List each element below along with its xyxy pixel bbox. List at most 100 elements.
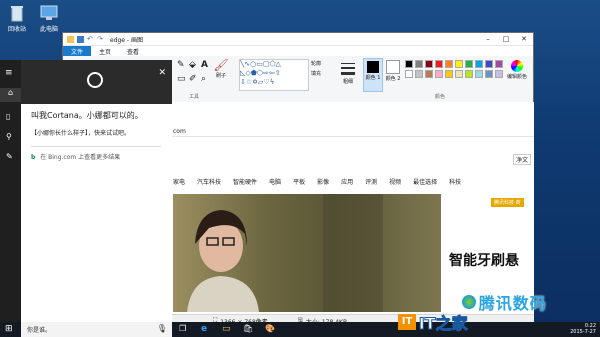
thickness-button[interactable]: 粗细 (339, 60, 357, 88)
palette-swatch[interactable] (475, 60, 483, 68)
palette-swatch[interactable] (405, 60, 413, 68)
notebook-icon[interactable]: ▯ (6, 112, 10, 121)
close-button[interactable]: ✕ (515, 35, 533, 43)
palette-swatch[interactable] (495, 60, 503, 68)
palette-swatch[interactable] (455, 70, 463, 78)
cortana-rail: ≡ ⌂ ▯ ⚲ ✎ (0, 60, 21, 322)
image-right-button: 净文 (513, 154, 532, 165)
tab-file[interactable]: 文件 (63, 46, 92, 56)
watermark-tencent-logo: 腾讯数码 (462, 290, 547, 314)
file-explorer-icon[interactable]: ▭ (222, 324, 232, 334)
ithome-text: IT之家 (418, 314, 468, 334)
brushes-label: 刷子 (215, 73, 226, 79)
save-icon[interactable] (77, 35, 84, 43)
nav-item: 智能硬件 (233, 178, 258, 186)
palette-swatch[interactable] (465, 60, 473, 68)
palette-swatch[interactable] (425, 70, 433, 78)
color2-button[interactable]: 颜色 2 (384, 58, 402, 90)
taskbar: ⊞ 你是谁。 🎙 ❐ e ▭ 🛍 🎨 0:22 2015-7-27 (0, 322, 600, 337)
cortana-greeting: 叫我Cortana。小娜都可以的。 (31, 111, 143, 120)
divider (31, 146, 161, 147)
edit-colors-label: 编辑颜色 (506, 74, 527, 80)
palette-swatch[interactable] (415, 60, 423, 68)
nav-item: 汽车科技 (197, 178, 222, 186)
eraser-icon[interactable]: ▭ (177, 74, 186, 84)
palette-swatch[interactable] (445, 70, 453, 78)
magnifier-icon[interactable]: ⌕ (201, 74, 206, 84)
image-nav: 家电 汽车科技 智能硬件 电脑 平板 影像 应用 评测 视频 最佳选择 科技 (173, 174, 534, 188)
palette-swatch[interactable] (465, 70, 473, 78)
close-cortana-button[interactable]: ✕ (158, 68, 166, 78)
palette-swatch[interactable] (425, 60, 433, 68)
nav-item: 最佳选择 (413, 178, 438, 186)
text-icon[interactable]: A (201, 60, 208, 70)
palette-swatch[interactable] (435, 70, 443, 78)
palette-swatch[interactable] (415, 70, 423, 78)
ad-tag: 腾讯科技·商 (491, 198, 524, 207)
palette-swatch[interactable] (495, 70, 503, 78)
shape-lightning-icon[interactable]: ϟ (270, 78, 275, 86)
undo-icon[interactable]: ↶ (87, 35, 94, 43)
paint-taskbar-icon[interactable]: 🎨 (265, 324, 275, 334)
window-title: edge - 画图 (110, 36, 143, 44)
cortana-header: ✕ (21, 60, 172, 104)
palette-swatch[interactable] (445, 60, 453, 68)
location-icon[interactable]: ⚲ (6, 132, 12, 141)
desktop-icon-label: 此电脑 (39, 26, 58, 33)
palette-swatch[interactable] (435, 60, 443, 68)
desktop-icon-computer[interactable]: 此电脑 (32, 4, 66, 33)
quick-access-toolbar: ↶ ↷ (67, 35, 104, 43)
home-icon[interactable]: ⌂ (0, 88, 21, 102)
cortana-search-box[interactable]: 你是谁。 🎙 (21, 322, 172, 337)
clock[interactable]: 0:22 2015-7-27 (570, 323, 596, 335)
edge-icon[interactable]: e (201, 324, 211, 334)
desktop-icon-recycle-bin[interactable]: 回收站 (0, 4, 34, 33)
palette-swatch[interactable] (485, 60, 493, 68)
shape-rect-icon[interactable]: ▭ (256, 60, 263, 68)
tencent-logo-icon (462, 295, 476, 309)
color-palette (405, 60, 505, 80)
tab-home[interactable]: 主页 (91, 46, 119, 56)
pencil-icon[interactable]: ✎ (177, 60, 185, 70)
minimize-button[interactable]: – (479, 35, 497, 43)
microphone-icon[interactable]: 🎙 (157, 324, 167, 333)
shapes-gallery[interactable]: ╲∿○▭▢⬠△ ◺◇⬟⬡⇨⇦⇧ ⇩☆✡▱♡ϟ (239, 59, 309, 91)
colors-group-label: 颜色 (435, 94, 446, 100)
bing-result-row[interactable]: b 在 Bing.com 上查看更多结果 (31, 152, 120, 161)
fill-button[interactable]: 填充 (311, 70, 321, 77)
brush-icon: 🖌 (213, 58, 229, 72)
search-placeholder: 你是谁。 (27, 327, 52, 334)
outline-button[interactable]: 轮廓 (311, 60, 321, 67)
shape-triangle-icon[interactable]: △ (276, 60, 281, 68)
start-button[interactable]: ⊞ (5, 324, 15, 334)
edit-colors-icon (511, 60, 523, 72)
ad-headline: 智能牙刷悬 (449, 253, 519, 269)
palette-swatch[interactable] (455, 60, 463, 68)
palette-swatch[interactable] (485, 70, 493, 78)
tab-view[interactable]: 查看 (119, 46, 147, 56)
fill-icon[interactable]: ⬙ (189, 60, 196, 70)
brushes-button[interactable]: 🖌 刷子 (213, 58, 229, 88)
redo-icon[interactable]: ↷ (97, 35, 104, 43)
paint-app-icon (67, 35, 74, 43)
cortana-logo-icon (87, 72, 103, 88)
maximize-button[interactable]: □ (497, 35, 515, 43)
shape-arrow-up-icon[interactable]: ⇧ (275, 69, 281, 77)
palette-swatch[interactable] (405, 70, 413, 78)
color1-label: 颜色 1 (365, 75, 381, 81)
tools-group: ✎ ⬙ A ▭ ✐ ⌕ (175, 60, 215, 90)
cortana-tip[interactable]: 【小娜你长什么样子】，快来试试吧。 (31, 128, 130, 137)
palette-swatch[interactable] (475, 70, 483, 78)
store-icon[interactable]: 🛍 (243, 324, 253, 334)
feedback-icon[interactable]: ✎ (6, 152, 13, 161)
edit-colors-button[interactable]: 编辑颜色 (505, 58, 529, 90)
desktop-icon-label: 回收站 (7, 26, 26, 33)
image-url-fragment: com (173, 128, 186, 135)
bing-icon: b (31, 154, 36, 161)
nav-item: 科技 (449, 178, 462, 186)
color1-button[interactable]: 颜色 1 (363, 58, 383, 92)
task-view-icon[interactable]: ❐ (179, 324, 189, 334)
hamburger-icon[interactable]: ≡ (5, 68, 13, 78)
color-picker-icon[interactable]: ✐ (189, 74, 197, 84)
nav-item: 评测 (365, 178, 378, 186)
